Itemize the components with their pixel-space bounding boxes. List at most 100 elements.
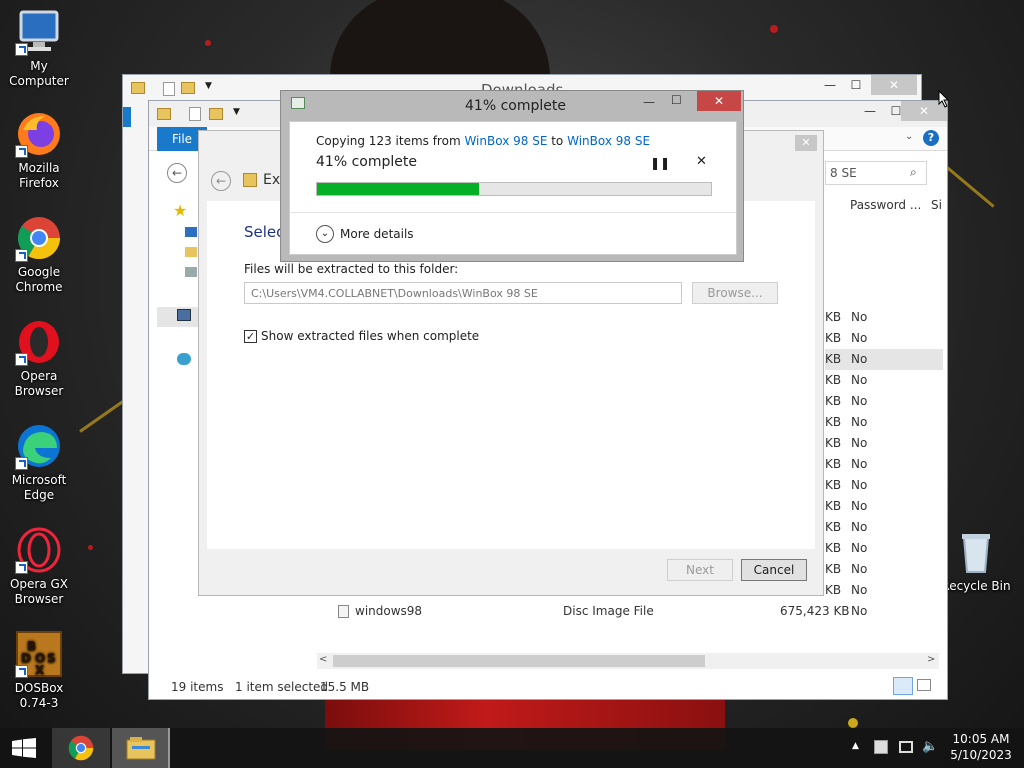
size-cell: KB xyxy=(825,373,842,387)
table-row-selected[interactable]: KB No xyxy=(825,349,943,370)
destination-path-input[interactable]: C:\Users\VM4.COLLABNET\Downloads\WinBox … xyxy=(244,282,682,304)
desktop-icon-firefox[interactable]: Mozilla Firefox xyxy=(0,110,78,191)
desktop-icon-label: My Computer xyxy=(9,59,69,88)
wallpaper-splat xyxy=(848,718,858,728)
show-hidden-icons-icon[interactable]: ▲ xyxy=(852,741,859,751)
password-cell: No xyxy=(851,331,868,345)
horizontal-scrollbar[interactable]: < > xyxy=(317,653,939,669)
table-row[interactable]: KB No xyxy=(825,517,943,538)
close-button[interactable]: ✕ xyxy=(697,91,741,111)
destination-label: Files will be extracted to this folder: xyxy=(244,262,459,276)
volume-muted-icon[interactable]: 🔈 xyxy=(922,739,938,754)
pause-icon[interactable]: ❚❚ xyxy=(650,156,670,170)
back-icon[interactable]: ← xyxy=(211,171,231,191)
show-files-checkbox[interactable]: ✓ xyxy=(244,330,257,343)
back-icon[interactable]: ← xyxy=(167,163,187,183)
this-pc-icon[interactable] xyxy=(177,309,191,321)
table-row[interactable]: KB No xyxy=(825,370,943,391)
table-row[interactable]: KB No xyxy=(825,580,943,601)
scroll-left-icon[interactable]: < xyxy=(319,654,327,665)
cancel-icon[interactable]: ✕ xyxy=(696,154,707,169)
table-row[interactable]: KB No xyxy=(825,559,943,580)
close-button[interactable]: ✕ xyxy=(871,75,917,95)
table-row[interactable]: KB No xyxy=(825,496,943,517)
size-cell: KB xyxy=(825,499,842,513)
desktop-nav-icon[interactable] xyxy=(185,227,197,237)
network-icon[interactable] xyxy=(177,353,191,365)
ribbon-expand-icon[interactable]: ⌄ xyxy=(905,131,913,142)
properties-icon[interactable] xyxy=(189,107,201,121)
downloads-nav-icon[interactable] xyxy=(185,247,197,257)
close-button[interactable]: ✕ xyxy=(795,135,817,151)
action-center-icon[interactable] xyxy=(874,740,888,754)
password-cell: No xyxy=(851,499,868,513)
table-row[interactable]: KB No xyxy=(825,307,943,328)
password-cell: No xyxy=(851,604,868,618)
file-type-cell: Disc Image File xyxy=(563,604,654,618)
dialog-title: 41% complete xyxy=(465,98,566,114)
help-icon[interactable]: ? xyxy=(923,130,939,146)
table-row[interactable]: KB No xyxy=(825,412,943,433)
minimize-button[interactable]: — xyxy=(817,75,843,95)
new-folder-icon[interactable] xyxy=(209,108,223,120)
details-view-icon[interactable] xyxy=(893,677,913,695)
copy-progress-dialog[interactable]: 41% complete — ☐ ✕ Copying 123 items fro… xyxy=(280,90,744,262)
progress-status: 41% complete xyxy=(316,154,417,170)
chrome-icon xyxy=(68,735,94,761)
ribbon-file-edge xyxy=(123,107,131,127)
folder-icon xyxy=(157,108,171,120)
new-folder-icon[interactable] xyxy=(181,82,195,94)
copy-icon xyxy=(291,97,305,109)
desktop-icon-chrome[interactable]: Google Chrome xyxy=(0,214,78,295)
divider xyxy=(290,212,736,213)
firefox-icon xyxy=(15,110,63,158)
next-button[interactable]: Next xyxy=(667,559,733,581)
quick-access-dropdown-icon[interactable]: ▼ xyxy=(233,107,240,117)
scroll-right-icon[interactable]: > xyxy=(927,654,935,665)
quick-access-dropdown-icon[interactable]: ▼ xyxy=(205,81,212,91)
start-button[interactable] xyxy=(0,728,50,768)
column-header-size[interactable]: Si xyxy=(931,198,942,212)
desktop-icon-opera[interactable]: Opera Browser xyxy=(0,318,78,399)
desktop-icon-dosbox[interactable]: BDOSX DOSBox 0.74-3 xyxy=(0,630,78,711)
cancel-button[interactable]: Cancel xyxy=(741,559,807,581)
minimize-button[interactable]: — xyxy=(857,101,883,121)
clock[interactable]: 10:05 AM 5/10/2023 xyxy=(946,732,1016,762)
network-status-icon[interactable] xyxy=(899,741,913,753)
recent-nav-icon[interactable] xyxy=(185,267,197,277)
desktop-icon-recycle-bin[interactable]: Recycle Bin xyxy=(936,528,1016,594)
show-files-label: Show extracted files when complete xyxy=(261,329,480,343)
destination-link[interactable]: WinBox 98 SE xyxy=(567,134,650,148)
desktop-icon-edge[interactable]: Microsoft Edge xyxy=(0,422,78,503)
table-row-windows98[interactable]: windows98 Disc Image File 675,423 KB No xyxy=(335,601,867,622)
size-cell: KB xyxy=(825,541,842,555)
source-link[interactable]: WinBox 98 SE xyxy=(464,134,547,148)
browse-button[interactable]: Browse... xyxy=(692,282,778,304)
password-cell: No xyxy=(851,436,868,450)
search-input[interactable]: 8 SE ⌕ xyxy=(825,161,927,185)
more-details-toggle[interactable]: More details xyxy=(340,227,414,241)
scrollbar-thumb[interactable] xyxy=(333,655,705,667)
chevron-down-icon[interactable]: ⌄ xyxy=(316,225,334,243)
table-row[interactable]: KB No xyxy=(825,475,943,496)
table-row[interactable]: KB No xyxy=(825,538,943,559)
properties-icon[interactable] xyxy=(163,82,175,96)
dosbox-icon: BDOSX xyxy=(15,630,63,678)
table-row[interactable]: KB No xyxy=(825,391,943,412)
file-name-cell: windows98 xyxy=(355,604,423,618)
column-header-password[interactable]: Password ... xyxy=(850,198,921,212)
maximize-button[interactable]: ☐ xyxy=(671,93,682,107)
desktop-icon-label: Recycle Bin xyxy=(941,579,1011,593)
favorites-star-icon[interactable]: ★ xyxy=(173,201,187,220)
desktop-icon-opera-gx[interactable]: Opera GX Browser xyxy=(0,526,78,607)
taskbar-explorer-button[interactable] xyxy=(112,728,170,768)
table-row[interactable]: KB No xyxy=(825,433,943,454)
minimize-button[interactable]: — xyxy=(643,95,655,109)
table-row[interactable]: KB No xyxy=(825,328,943,349)
taskbar-chrome-button[interactable] xyxy=(52,728,110,768)
maximize-button[interactable]: ☐ xyxy=(843,75,869,95)
desktop-icon-my-computer[interactable]: My Computer xyxy=(0,8,78,89)
large-icons-view-icon[interactable] xyxy=(917,679,931,691)
svg-text:D: D xyxy=(21,651,31,665)
table-row[interactable]: KB No xyxy=(825,454,943,475)
